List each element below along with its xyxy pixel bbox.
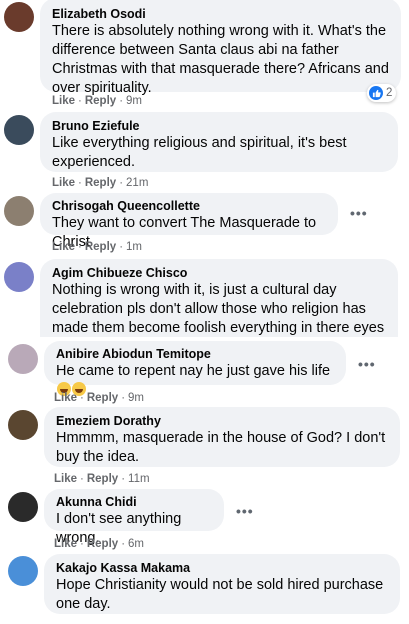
commenter-name[interactable]: Akunna Chidi bbox=[56, 494, 212, 510]
commenter-name[interactable]: Bruno Eziefule bbox=[52, 118, 386, 134]
commenter-name[interactable]: Elizabeth Osodi bbox=[52, 6, 389, 22]
timestamp[interactable]: 9m bbox=[126, 95, 142, 107]
reaction-badge[interactable]: 2 bbox=[367, 84, 397, 102]
like-link[interactable]: Like bbox=[52, 177, 75, 189]
timestamp[interactable]: 6m bbox=[128, 538, 144, 550]
avatar[interactable] bbox=[4, 262, 34, 292]
like-link[interactable]: Like bbox=[54, 473, 77, 485]
ellipsis-icon[interactable]: ••• bbox=[358, 356, 376, 372]
commenter-name[interactable]: Kakajo Kassa Makama bbox=[56, 560, 388, 576]
commenter-name[interactable]: Anibire Abiodun Temitope bbox=[56, 346, 334, 362]
comment-bubble: Elizabeth Osodi There is absolutely noth… bbox=[40, 0, 401, 96]
avatar[interactable] bbox=[8, 492, 38, 522]
avatar[interactable] bbox=[8, 556, 38, 586]
comment-bubble: Bruno Eziefule Like everything religious… bbox=[40, 112, 398, 172]
avatar[interactable] bbox=[8, 410, 38, 440]
comment-text: Like everything religious and spiritual,… bbox=[52, 135, 347, 170]
avatar[interactable] bbox=[8, 344, 38, 374]
reply-link[interactable]: Reply bbox=[85, 241, 116, 253]
comment-text: Hmmmm, masquerade in the house of God? I… bbox=[56, 430, 386, 465]
comment-actions: Like · Reply · 11m bbox=[54, 473, 150, 485]
reply-link[interactable]: Reply bbox=[85, 95, 116, 107]
comment-actions: Like · Reply · 21m bbox=[52, 177, 149, 189]
timestamp[interactable]: 11m bbox=[128, 473, 150, 485]
comment-bubble: Akunna Chidi I don't see anything wrong. bbox=[44, 489, 224, 546]
commenter-name[interactable]: Agim Chibueze Chisco bbox=[52, 265, 386, 281]
ellipsis-icon[interactable]: ••• bbox=[350, 205, 368, 221]
reply-link[interactable]: Reply bbox=[87, 392, 118, 404]
comment-actions: Like · Reply · 1m bbox=[52, 241, 143, 253]
comment-bubble: Anibire Abiodun Temitope He came to repe… bbox=[44, 341, 346, 396]
reaction-count: 2 bbox=[386, 87, 393, 99]
comment-text: Hope Christianity would not be sold hire… bbox=[56, 577, 384, 612]
avatar[interactable] bbox=[4, 196, 34, 226]
reply-link[interactable]: Reply bbox=[87, 538, 118, 550]
comment-bubble: Agim Chibueze Chisco Nothing is wrong wi… bbox=[40, 259, 398, 337]
avatar[interactable] bbox=[4, 2, 34, 32]
comment-text-content: He came to repent nay he just gave his l… bbox=[56, 363, 331, 379]
commenter-name[interactable]: Chrisogah Queencollette bbox=[52, 198, 326, 214]
timestamp[interactable]: 1m bbox=[126, 241, 142, 253]
thumbs-up-icon bbox=[369, 86, 383, 100]
comment-text: There is absolutely nothing wrong with i… bbox=[52, 23, 389, 96]
comment-actions: Like · Reply · 9m bbox=[52, 95, 143, 107]
commenter-name[interactable]: Emeziem Dorathy bbox=[56, 413, 388, 429]
comment-bubble: Emeziem Dorathy Hmmmm, masquerade in the… bbox=[44, 407, 400, 467]
avatar[interactable] bbox=[4, 115, 34, 145]
reply-link[interactable]: Reply bbox=[85, 177, 116, 189]
timestamp[interactable]: 9m bbox=[128, 392, 144, 404]
comment-actions: Like · Reply · 6m bbox=[54, 538, 145, 550]
like-link[interactable]: Like bbox=[54, 392, 77, 404]
comment-text: Nothing is wrong with it, is just a cult… bbox=[52, 282, 385, 336]
like-link[interactable]: Like bbox=[54, 538, 77, 550]
like-link[interactable]: Like bbox=[52, 95, 75, 107]
ellipsis-icon[interactable]: ••• bbox=[236, 503, 254, 519]
comment-bubble: Kakajo Kassa Makama Hope Christianity wo… bbox=[44, 554, 400, 614]
timestamp[interactable]: 21m bbox=[126, 177, 148, 189]
comment-bubble: Chrisogah Queencollette They want to con… bbox=[40, 193, 338, 250]
reply-link[interactable]: Reply bbox=[87, 473, 118, 485]
comment-actions: Like · Reply · 9m bbox=[54, 392, 145, 404]
like-link[interactable]: Like bbox=[52, 241, 75, 253]
